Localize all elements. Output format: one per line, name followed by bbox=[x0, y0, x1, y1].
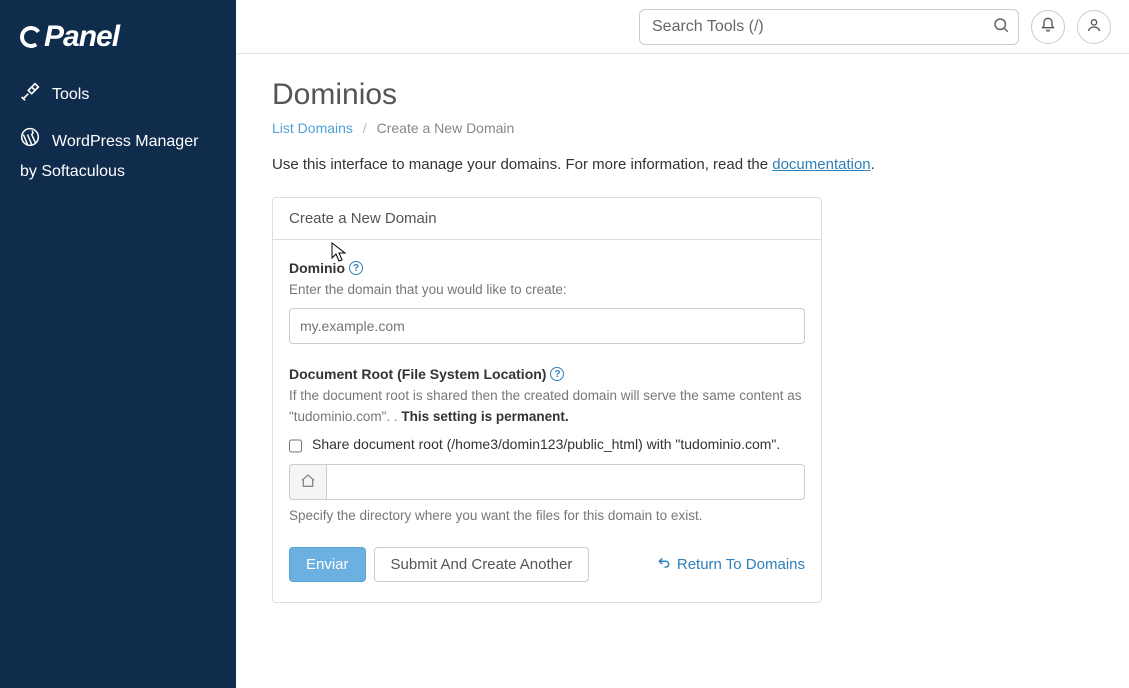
search-button[interactable] bbox=[989, 15, 1013, 39]
domain-label-row: Dominio ? bbox=[289, 260, 805, 276]
docroot-label: Document Root (File System Location) bbox=[289, 366, 546, 382]
docroot-field: Document Root (File System Location) ? I… bbox=[289, 366, 805, 523]
share-docroot-checkbox[interactable] bbox=[289, 438, 302, 455]
sidebar: Panel Tools WordPress Manager bbox=[0, 0, 236, 688]
intro-text: Use this interface to manage your domain… bbox=[272, 156, 1093, 173]
docroot-help: Specify the directory where you want the… bbox=[289, 508, 805, 523]
tools-icon bbox=[20, 82, 40, 107]
domain-field: Dominio ? Enter the domain that you woul… bbox=[289, 260, 805, 344]
sidebar-item-label: Tools bbox=[52, 86, 89, 104]
actions-row: Enviar Submit And Create Another Return … bbox=[289, 547, 805, 582]
topbar bbox=[236, 0, 1129, 54]
wordpress-icon bbox=[20, 127, 40, 158]
search-icon bbox=[992, 16, 1010, 37]
share-docroot-row[interactable]: Share document root (/home3/domin123/pub… bbox=[289, 435, 805, 455]
domain-sublabel: Enter the domain that you would like to … bbox=[289, 280, 805, 300]
content: Dominios List Domains / Create a New Dom… bbox=[236, 54, 1129, 627]
card-body: Dominio ? Enter the domain that you woul… bbox=[273, 240, 821, 602]
sidebar-item-tools[interactable]: Tools bbox=[0, 72, 236, 117]
sidebar-item-label-line1: WordPress Manager bbox=[52, 128, 198, 157]
create-domain-card: Create a New Domain Dominio ? Enter the … bbox=[272, 197, 822, 603]
domain-label: Dominio bbox=[289, 260, 345, 276]
help-icon[interactable]: ? bbox=[550, 367, 564, 381]
logo-text: Panel bbox=[44, 20, 119, 54]
return-icon bbox=[657, 556, 671, 574]
breadcrumb: List Domains / Create a New Domain bbox=[272, 120, 1093, 136]
docroot-input[interactable] bbox=[326, 464, 805, 500]
logo[interactable]: Panel bbox=[0, 10, 236, 72]
documentation-link[interactable]: documentation bbox=[772, 156, 870, 173]
sidebar-item-wordpress-manager[interactable]: WordPress Manager by Softaculous bbox=[0, 117, 236, 197]
logo-icon bbox=[18, 24, 43, 49]
page-title: Dominios bbox=[272, 78, 1093, 112]
breadcrumb-parent-link[interactable]: List Domains bbox=[272, 120, 353, 136]
intro-text-body: Use this interface to manage your domain… bbox=[272, 156, 772, 173]
docroot-label-row: Document Root (File System Location) ? bbox=[289, 366, 805, 382]
return-link[interactable]: Return To Domains bbox=[657, 556, 805, 574]
account-button[interactable] bbox=[1077, 10, 1111, 44]
docroot-sub-b: This setting is permanent. bbox=[401, 409, 568, 424]
main: Dominios List Domains / Create a New Dom… bbox=[236, 0, 1129, 688]
sidebar-item-label-line2: by Softaculous bbox=[20, 158, 216, 187]
share-docroot-label: Share document root (/home3/domin123/pub… bbox=[312, 435, 780, 455]
user-icon bbox=[1086, 17, 1102, 36]
docroot-input-group bbox=[289, 464, 805, 500]
domain-input[interactable] bbox=[289, 308, 805, 344]
bell-icon bbox=[1040, 17, 1056, 36]
search-wrap bbox=[639, 9, 1019, 45]
intro-period: . bbox=[871, 156, 875, 173]
home-addon bbox=[289, 464, 326, 500]
return-link-label: Return To Domains bbox=[677, 556, 805, 573]
breadcrumb-separator: / bbox=[363, 120, 367, 136]
breadcrumb-current: Create a New Domain bbox=[377, 120, 515, 136]
search-input[interactable] bbox=[639, 9, 1019, 45]
notifications-button[interactable] bbox=[1031, 10, 1065, 44]
card-header: Create a New Domain bbox=[273, 198, 821, 240]
help-icon[interactable]: ? bbox=[349, 261, 363, 275]
home-icon bbox=[300, 473, 316, 492]
submit-button[interactable]: Enviar bbox=[289, 547, 366, 582]
docroot-sublabel: If the document root is shared then the … bbox=[289, 386, 805, 427]
submit-another-button[interactable]: Submit And Create Another bbox=[374, 547, 590, 582]
